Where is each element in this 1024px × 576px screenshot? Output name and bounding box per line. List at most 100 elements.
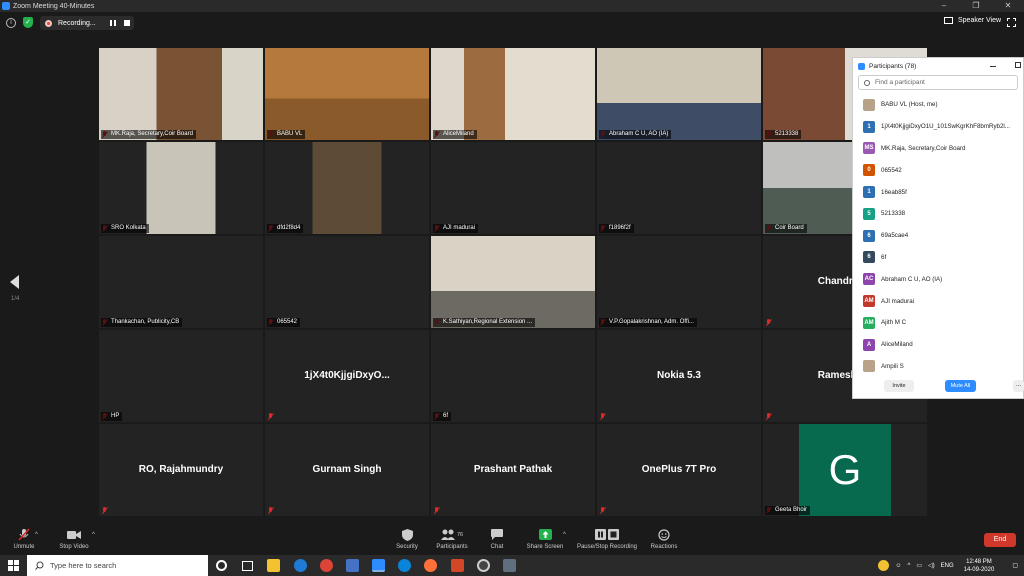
system-tray: ☺ ^ ▭ ◁) ENG 12:48 PM 14-09-2020 ▢ xyxy=(878,555,1024,576)
video-tile[interactable]: K.Sathiyan,Regional Extension ... xyxy=(431,236,595,328)
taskbar-clock[interactable]: 12:48 PM 14-09-2020 xyxy=(964,558,995,574)
maximize-button[interactable]: ❐ xyxy=(960,0,992,12)
participant-list-item[interactable]: Ampili S xyxy=(853,356,1023,378)
mute-all-button[interactable]: Mute All xyxy=(945,380,976,392)
participant-list-item[interactable]: 1 1jX4t0KjjgiDxyO1U_101SwKgrKhF8bmRyb2l..… xyxy=(853,116,1023,138)
volume-icon[interactable]: ◁) xyxy=(928,562,935,569)
participant-name-label: SRO Kolkata xyxy=(101,224,149,233)
video-tile[interactable]: Prashant Pathak xyxy=(431,424,595,516)
help-icon[interactable] xyxy=(878,560,890,571)
video-options-caret[interactable]: ^ xyxy=(92,532,95,538)
video-tile[interactable]: 6f xyxy=(431,330,595,422)
participant-list-item[interactable]: 1 16eab85f xyxy=(853,181,1023,203)
video-tile[interactable]: f1896f2f xyxy=(597,142,761,234)
media-player-icon[interactable] xyxy=(477,559,490,572)
share-options-caret[interactable]: ^ xyxy=(563,532,566,538)
participant-list-item[interactable]: A AliceMiland xyxy=(853,334,1023,356)
video-tile[interactable]: 1jX4t0KjjgiDxyO... xyxy=(265,330,429,422)
info-icon[interactable]: i xyxy=(6,18,16,28)
previous-page-button[interactable] xyxy=(8,275,22,295)
participant-name-label: 6f xyxy=(433,412,452,421)
windows-start-icon[interactable] xyxy=(8,560,19,571)
security-button[interactable]: Security xyxy=(393,528,421,550)
participant-name-label: f1896f2f xyxy=(599,224,634,233)
edge-new-icon[interactable] xyxy=(398,559,411,572)
window-title: Zoom Meeting 40-Minutes xyxy=(13,2,95,10)
video-tile[interactable]: V.P.Gopalakrishnan, Adm. Offi... xyxy=(597,236,761,328)
app-icon[interactable] xyxy=(503,559,516,572)
participant-avatar: G xyxy=(799,424,891,516)
minimize-panel-icon[interactable] xyxy=(990,66,996,67)
cortana-icon[interactable] xyxy=(216,560,227,571)
popout-panel-icon[interactable] xyxy=(1015,62,1021,68)
video-tile[interactable]: G Geeta Bhoir xyxy=(763,424,927,516)
speaker-view-button[interactable]: Speaker View xyxy=(944,17,1001,24)
chat-button[interactable]: Chat xyxy=(487,528,507,550)
taskbar-search-input[interactable]: Type here to search xyxy=(27,555,208,576)
people-tray-icon[interactable]: ☺ xyxy=(895,563,901,569)
participant-name: AliceMiland xyxy=(881,341,913,349)
language-indicator[interactable]: ENG xyxy=(941,563,954,569)
participant-list-item[interactable]: 6 69a5cae4 xyxy=(853,225,1023,247)
powerpoint-icon[interactable] xyxy=(451,559,464,572)
participant-list-item[interactable]: 6 6f xyxy=(853,247,1023,269)
participant-list-item[interactable]: 0 065542 xyxy=(853,159,1023,181)
participant-search-input[interactable]: Find a participant xyxy=(858,75,1018,90)
network-icon[interactable]: ▭ xyxy=(916,562,922,569)
chrome-icon[interactable] xyxy=(320,559,333,572)
participant-name-label: 065542 xyxy=(267,318,301,327)
stop-recording-icon[interactable] xyxy=(123,20,130,26)
participant-list-item[interactable]: AC Abraham C U, AO (IA) xyxy=(853,268,1023,290)
participant-name: AJI madurai xyxy=(881,297,915,305)
video-tile[interactable]: RO, Rajahmundry xyxy=(99,424,263,516)
video-tile[interactable]: Abraham C U, AO (IA) xyxy=(597,48,761,140)
video-tile[interactable]: BABU VL xyxy=(265,48,429,140)
participant-list-item[interactable]: MS MK.Raja, Secretary,Coir Board xyxy=(853,138,1023,160)
video-tile[interactable]: MK.Raja, Secretary,Coir Board xyxy=(99,48,263,140)
stop-video-button[interactable]: Stop Video xyxy=(55,528,93,550)
close-button[interactable]: ✕ xyxy=(992,0,1024,12)
more-options-button[interactable]: ... xyxy=(1013,380,1024,392)
microphone-muted-icon xyxy=(600,413,605,420)
share-screen-button[interactable]: Share Screen xyxy=(525,528,565,550)
participant-display-name: 1jX4t0KjjgiDxyO... xyxy=(304,370,390,381)
video-tile[interactable]: SRO Kolkata xyxy=(99,142,263,234)
participant-list-item[interactable]: AM Ajith M C xyxy=(853,312,1023,334)
video-tile[interactable]: HP xyxy=(99,330,263,422)
video-tile[interactable]: Thankachan, Publicity,CB xyxy=(99,236,263,328)
invite-button[interactable]: Invite xyxy=(884,380,914,392)
minimize-button[interactable]: – xyxy=(928,0,960,12)
firefox-icon[interactable] xyxy=(424,559,437,572)
participant-list-item[interactable]: AM AJI madurai xyxy=(853,290,1023,312)
participant-list-item[interactable]: BABU VL (Host, me) xyxy=(853,94,1023,116)
audio-options-caret[interactable]: ^ xyxy=(35,532,38,538)
unmute-button[interactable]: Unmute xyxy=(10,528,38,550)
encryption-shield-icon[interactable]: ✓ xyxy=(23,17,33,28)
stop-video-label: Stop Video xyxy=(59,544,89,550)
reactions-button[interactable]: Reactions xyxy=(648,528,680,550)
video-tile[interactable]: Nokia 5.3 xyxy=(597,330,761,422)
video-tile[interactable]: AJI madurai xyxy=(431,142,595,234)
pause-stop-recording-button[interactable]: Pause/Stop Recording xyxy=(574,528,640,550)
participant-video xyxy=(431,48,595,140)
edge-icon[interactable] xyxy=(294,559,307,572)
video-tile[interactable]: OnePlus 7T Pro xyxy=(597,424,761,516)
fullscreen-icon[interactable] xyxy=(1007,18,1016,27)
video-tile[interactable]: AliceMiland xyxy=(431,48,595,140)
notification-icon[interactable]: ▢ xyxy=(1012,562,1018,569)
pause-recording-icon[interactable] xyxy=(109,20,116,26)
end-meeting-button[interactable]: End xyxy=(984,533,1016,547)
chevron-up-icon[interactable]: ^ xyxy=(907,563,910,569)
taskbar-search-placeholder: Type here to search xyxy=(50,561,117,570)
video-gallery: MK.Raja, Secretary,Coir Board BABU VL Alic… xyxy=(99,48,927,520)
participant-list-item[interactable]: 5 5213338 xyxy=(853,203,1023,225)
video-tile[interactable]: Gurnam Singh xyxy=(265,424,429,516)
video-tile[interactable]: dfd2f8d4 xyxy=(265,142,429,234)
participants-button[interactable]: 76 Participants xyxy=(434,528,470,550)
task-view-icon[interactable] xyxy=(242,561,253,571)
file-explorer-icon[interactable] xyxy=(267,559,280,572)
pause-stop-icon xyxy=(595,529,619,540)
video-tile[interactable]: 065542 xyxy=(265,236,429,328)
word-icon[interactable] xyxy=(346,559,359,572)
zoom-taskbar-icon[interactable] xyxy=(372,559,385,572)
